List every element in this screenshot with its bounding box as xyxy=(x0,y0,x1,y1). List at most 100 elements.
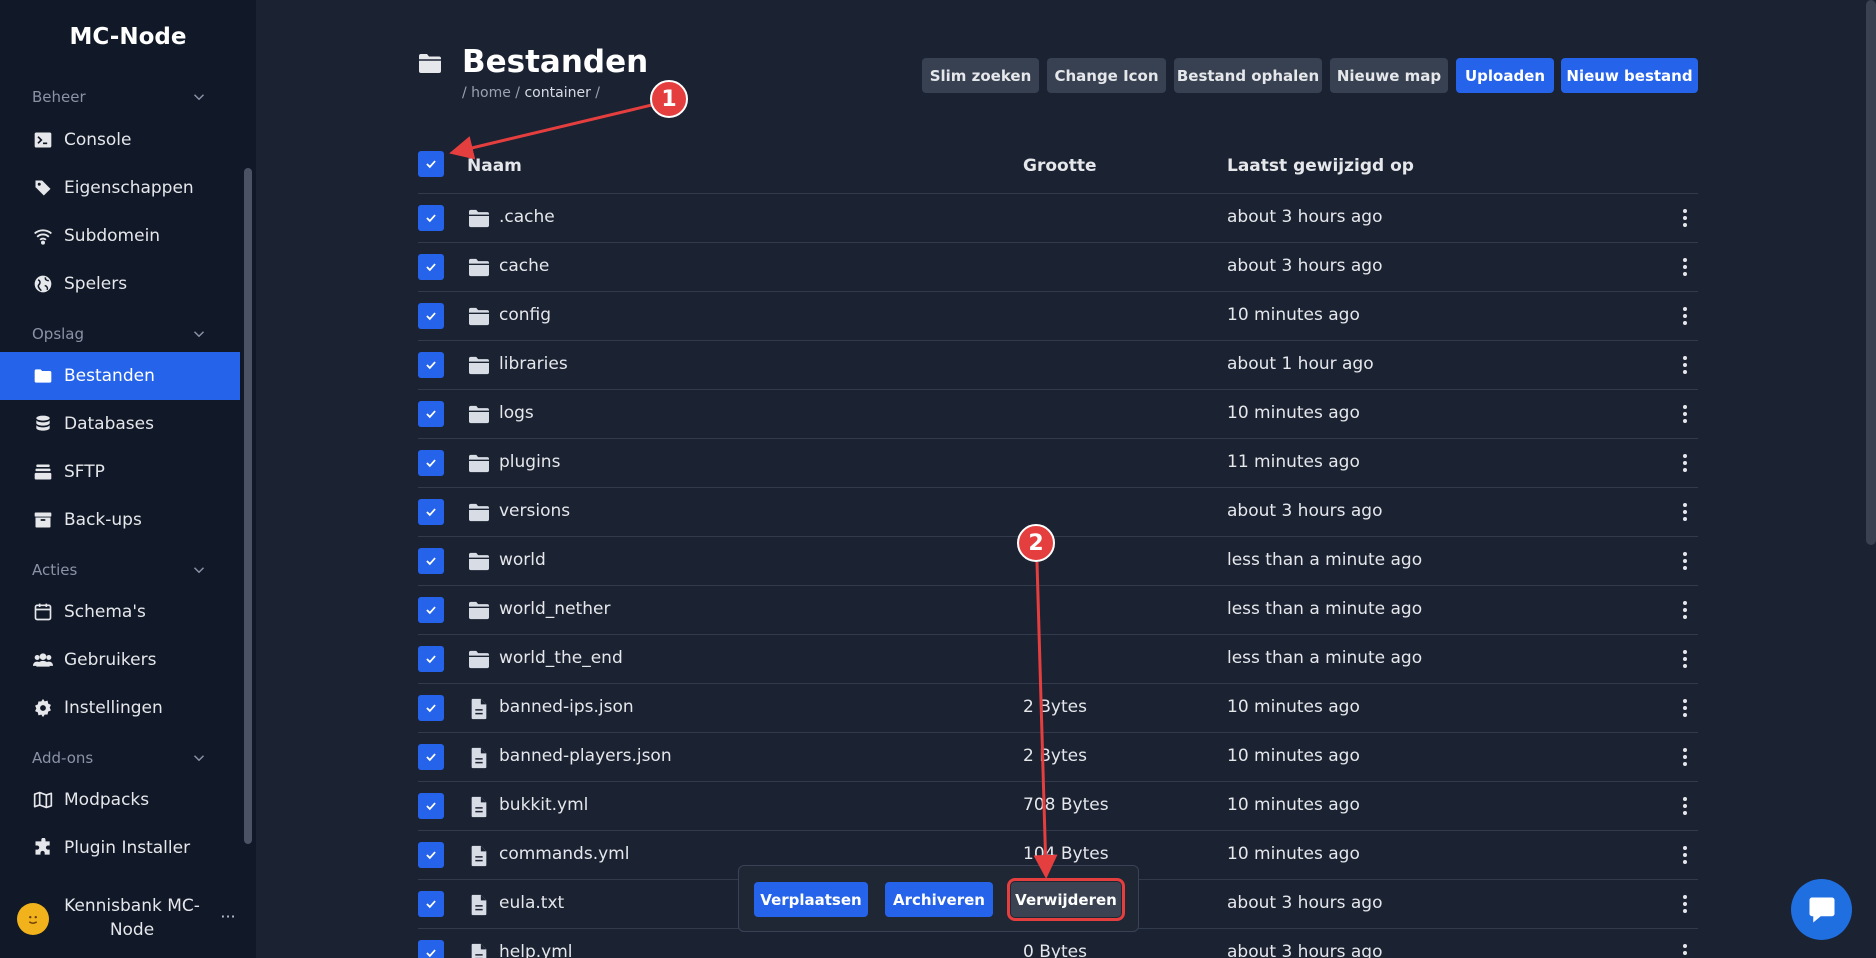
row-checkbox[interactable] xyxy=(418,205,444,231)
file-name[interactable]: banned-ips.json xyxy=(499,697,634,717)
table-row[interactable]: banned-players.json 2 Bytes 10 minutes ago xyxy=(418,733,1698,782)
table-row[interactable]: world_the_end less than a minute ago xyxy=(418,635,1698,684)
sidebar-item-spelers[interactable]: Spelers xyxy=(0,260,240,308)
sidebar-scrollbar[interactable] xyxy=(244,168,252,844)
chat-button[interactable] xyxy=(1791,879,1852,940)
file-name[interactable]: .cache xyxy=(499,207,555,227)
row-checkbox[interactable] xyxy=(418,940,444,958)
new-file-button[interactable]: Nieuw bestand xyxy=(1561,58,1698,93)
file-modified: about 3 hours ago xyxy=(1227,207,1383,227)
row-checkbox[interactable] xyxy=(418,793,444,819)
row-checkbox[interactable] xyxy=(418,744,444,770)
select-all-checkbox[interactable] xyxy=(418,151,444,177)
more-options-icon[interactable]: ··· xyxy=(216,904,240,928)
row-checkbox[interactable] xyxy=(418,597,444,623)
row-checkbox[interactable] xyxy=(418,450,444,476)
sidebar-item-schemas[interactable]: Schema's xyxy=(0,588,240,636)
row-checkbox[interactable] xyxy=(418,499,444,525)
row-checkbox[interactable] xyxy=(418,254,444,280)
table-row[interactable]: cache about 3 hours ago xyxy=(418,243,1698,292)
user-panel[interactable]: Kennisbank MC-Node ··· xyxy=(0,888,256,958)
table-row[interactable]: plugins 11 minutes ago xyxy=(418,439,1698,488)
column-header-name[interactable]: Naam xyxy=(467,156,522,176)
sidebar-item-sftp[interactable]: SFTP xyxy=(0,448,240,496)
more-vertical-icon[interactable] xyxy=(1680,599,1690,621)
row-checkbox[interactable] xyxy=(418,646,444,672)
table-row[interactable]: banned-ips.json 2 Bytes 10 minutes ago xyxy=(418,684,1698,733)
table-row[interactable]: help.yml 0 Bytes about 3 hours ago xyxy=(418,929,1698,958)
more-vertical-icon[interactable] xyxy=(1680,452,1690,474)
section-header-opslag[interactable]: Opslag xyxy=(32,323,208,345)
file-name[interactable]: world_nether xyxy=(499,599,610,619)
more-vertical-icon[interactable] xyxy=(1680,648,1690,670)
more-vertical-icon[interactable] xyxy=(1680,942,1690,958)
more-vertical-icon[interactable] xyxy=(1680,697,1690,719)
more-vertical-icon[interactable] xyxy=(1680,403,1690,425)
upload-button[interactable]: Uploaden xyxy=(1456,58,1554,93)
column-header-modified[interactable]: Laatst gewijzigd op xyxy=(1227,156,1414,176)
sidebar-item-back-ups[interactable]: Back-ups xyxy=(0,496,240,544)
table-row[interactable]: bukkit.yml 708 Bytes 10 minutes ago xyxy=(418,782,1698,831)
more-vertical-icon[interactable] xyxy=(1680,844,1690,866)
column-header-size[interactable]: Grootte xyxy=(1023,156,1096,176)
row-checkbox[interactable] xyxy=(418,842,444,868)
sidebar-item-subdomein[interactable]: Subdomein xyxy=(0,212,240,260)
breadcrumb-path[interactable]: / home / xyxy=(462,85,524,101)
more-vertical-icon[interactable] xyxy=(1680,305,1690,327)
more-vertical-icon[interactable] xyxy=(1680,207,1690,229)
more-vertical-icon[interactable] xyxy=(1680,746,1690,768)
file-name[interactable]: libraries xyxy=(499,354,568,374)
sidebar-item-modpacks[interactable]: Modpacks xyxy=(0,776,240,824)
file-name[interactable]: logs xyxy=(499,403,534,423)
file-name[interactable]: config xyxy=(499,305,551,325)
move-button[interactable]: Verplaatsen xyxy=(754,882,868,917)
file-name[interactable]: world xyxy=(499,550,546,570)
row-checkbox[interactable] xyxy=(418,352,444,378)
fetch-file-button[interactable]: Bestand ophalen xyxy=(1174,58,1322,93)
new-folder-button[interactable]: Nieuwe map xyxy=(1330,58,1448,93)
more-vertical-icon[interactable] xyxy=(1680,893,1690,915)
row-checkbox[interactable] xyxy=(418,548,444,574)
row-checkbox[interactable] xyxy=(418,401,444,427)
section-header-add-ons[interactable]: Add-ons xyxy=(32,747,208,769)
sidebar-item-gebruikers[interactable]: Gebruikers xyxy=(0,636,240,684)
file-name[interactable]: versions xyxy=(499,501,570,521)
more-vertical-icon[interactable] xyxy=(1680,501,1690,523)
page-scrollbar[interactable] xyxy=(1866,0,1876,545)
delete-button[interactable]: Verwijderen xyxy=(1007,878,1125,921)
table-row[interactable]: world_nether less than a minute ago xyxy=(418,586,1698,635)
file-name[interactable]: plugins xyxy=(499,452,560,472)
table-row[interactable]: world less than a minute ago xyxy=(418,537,1698,586)
file-name[interactable]: world_the_end xyxy=(499,648,623,668)
archive-button[interactable]: Archiveren xyxy=(885,882,993,917)
more-vertical-icon[interactable] xyxy=(1680,256,1690,278)
file-name[interactable]: banned-players.json xyxy=(499,746,672,766)
file-name[interactable]: cache xyxy=(499,256,549,276)
sidebar-item-instellingen[interactable]: Instellingen xyxy=(0,684,240,732)
more-vertical-icon[interactable] xyxy=(1680,354,1690,376)
section-header-beheer[interactable]: Beheer xyxy=(32,86,208,108)
sidebar-item-console[interactable]: Console xyxy=(0,116,240,164)
section-header-acties[interactable]: Acties xyxy=(32,559,208,581)
more-vertical-icon[interactable] xyxy=(1680,795,1690,817)
smart-search-button[interactable]: Slim zoeken xyxy=(922,58,1039,93)
table-row[interactable]: .cache about 3 hours ago xyxy=(418,194,1698,243)
table-row[interactable]: config 10 minutes ago xyxy=(418,292,1698,341)
file-name[interactable]: bukkit.yml xyxy=(499,795,588,815)
sidebar-item-bestanden[interactable]: Bestanden xyxy=(0,352,240,400)
sidebar-item-databases[interactable]: Databases xyxy=(0,400,240,448)
sidebar-item-eigenschappen[interactable]: Eigenschappen xyxy=(0,164,240,212)
table-row[interactable]: logs 10 minutes ago xyxy=(418,390,1698,439)
row-checkbox[interactable] xyxy=(418,891,444,917)
row-checkbox[interactable] xyxy=(418,695,444,721)
file-name[interactable]: eula.txt xyxy=(499,893,564,913)
change-icon-button[interactable]: Change Icon xyxy=(1047,58,1166,93)
more-vertical-icon[interactable] xyxy=(1680,550,1690,572)
table-row[interactable]: libraries about 1 hour ago xyxy=(418,341,1698,390)
sidebar-item-plugin-installer[interactable]: Plugin Installer xyxy=(0,824,240,872)
file-size: 0 Bytes xyxy=(1023,942,1087,958)
file-name[interactable]: commands.yml xyxy=(499,844,629,864)
table-row[interactable]: versions about 3 hours ago xyxy=(418,488,1698,537)
row-checkbox[interactable] xyxy=(418,303,444,329)
file-name[interactable]: help.yml xyxy=(499,942,573,958)
